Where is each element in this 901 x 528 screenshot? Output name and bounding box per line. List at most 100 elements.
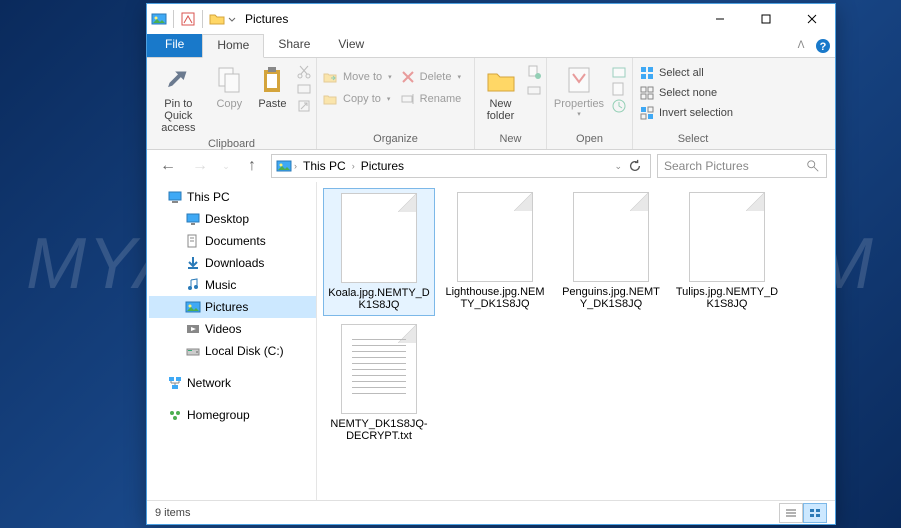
back-button[interactable]: ← — [155, 154, 181, 178]
new-item-icon[interactable] — [526, 64, 542, 80]
properties-icon — [563, 64, 595, 96]
search-icon — [806, 159, 820, 173]
pictures-tree-icon — [185, 299, 201, 315]
minimize-button[interactable] — [697, 4, 743, 34]
tree-homegroup[interactable]: Homegroup — [149, 404, 316, 426]
ribbon: Pin to Quick access Copy Paste Clipboard — [147, 58, 835, 150]
move-to-button[interactable]: Move to▾ — [321, 68, 394, 86]
view-details-button[interactable] — [779, 503, 803, 523]
desktop-icon — [185, 211, 201, 227]
maximize-button[interactable] — [743, 4, 789, 34]
recent-dropdown[interactable]: ⌄ — [219, 154, 233, 178]
disk-icon — [185, 343, 201, 359]
new-folder-icon — [485, 64, 517, 96]
file-thumbnail — [689, 192, 765, 282]
file-thumbnail — [341, 324, 417, 414]
address-box[interactable]: › This PC › Pictures ⌄ — [271, 154, 651, 178]
tab-share[interactable]: Share — [264, 34, 324, 57]
computer-icon — [167, 189, 183, 205]
search-input[interactable]: Search Pictures — [657, 154, 827, 178]
crumb-pictures[interactable]: Pictures — [357, 159, 408, 173]
file-name: Koala.jpg.NEMTY_DK1S8JQ — [328, 287, 430, 311]
tree-documents[interactable]: Documents — [149, 230, 316, 252]
file-item[interactable]: Tulips.jpg.NEMTY_DK1S8JQ — [671, 188, 783, 316]
file-thumbnail — [457, 192, 533, 282]
pin-icon — [162, 64, 194, 96]
nav-pane[interactable]: This PC Desktop Documents Downloads Musi… — [147, 182, 317, 500]
downloads-icon — [185, 255, 201, 271]
tree-music[interactable]: Music — [149, 274, 316, 296]
new-folder-button[interactable]: New folder — [479, 62, 522, 124]
edit-icon[interactable] — [611, 81, 627, 97]
up-button[interactable]: ↑ — [239, 154, 265, 178]
tree-pictures[interactable]: Pictures — [149, 296, 316, 318]
rename-icon — [400, 91, 416, 107]
history-icon[interactable] — [611, 98, 627, 114]
tree-this-pc[interactable]: This PC — [149, 186, 316, 208]
rename-button[interactable]: Rename — [398, 90, 464, 108]
open-icon[interactable] — [611, 64, 627, 80]
paste-shortcut-icon[interactable] — [296, 98, 312, 114]
pictures-icon — [151, 11, 167, 27]
explorer-window: Pictures File Home Share View ᐱ ? Pin to… — [146, 3, 836, 525]
file-item[interactable]: NEMTY_DK1S8JQ-DECRYPT.txt — [323, 320, 435, 446]
refresh-button[interactable] — [624, 159, 646, 173]
copy-to-icon — [323, 91, 339, 107]
pin-quick-access-button[interactable]: Pin to Quick access — [151, 62, 206, 136]
properties-button[interactable]: Properties▾ — [551, 62, 607, 120]
forward-button[interactable]: → — [187, 154, 213, 178]
tab-home[interactable]: Home — [202, 34, 264, 58]
tab-view[interactable]: View — [324, 34, 378, 57]
file-item[interactable]: Lighthouse.jpg.NEMTY_DK1S8JQ — [439, 188, 551, 316]
select-none-icon — [639, 85, 655, 101]
view-icons-button[interactable] — [803, 503, 827, 523]
status-text: 9 items — [155, 507, 190, 519]
invert-icon — [639, 105, 655, 121]
file-list[interactable]: Koala.jpg.NEMTY_DK1S8JQ Lighthouse.jpg.NE… — [317, 182, 835, 500]
ribbon-collapse-icon[interactable]: ᐱ — [791, 34, 811, 57]
copy-button[interactable]: Copy — [210, 62, 249, 112]
qat — [151, 10, 237, 28]
file-name: Lighthouse.jpg.NEMTY_DK1S8JQ — [443, 286, 547, 310]
cut-icon[interactable] — [296, 64, 312, 80]
invert-selection-button[interactable]: Invert selection — [637, 104, 735, 122]
documents-icon — [185, 233, 201, 249]
tree-videos[interactable]: Videos — [149, 318, 316, 340]
group-organize-label: Organize — [321, 131, 470, 147]
group-open-label: Open — [551, 131, 628, 147]
qat-dropdown-icon[interactable] — [227, 11, 237, 27]
qat-properties-icon[interactable] — [180, 11, 196, 27]
paste-icon — [256, 64, 288, 96]
easy-access-icon[interactable] — [526, 81, 542, 97]
copy-to-button[interactable]: Copy to▾ — [321, 90, 394, 108]
file-item[interactable]: Koala.jpg.NEMTY_DK1S8JQ — [323, 188, 435, 316]
help-icon[interactable]: ? — [811, 34, 835, 57]
move-icon — [323, 69, 339, 85]
qat-folder-icon[interactable] — [209, 11, 225, 27]
paste-button[interactable]: Paste — [253, 62, 292, 112]
tree-local-disk[interactable]: Local Disk (C:) — [149, 340, 316, 362]
tree-network[interactable]: Network — [149, 372, 316, 394]
tree-downloads[interactable]: Downloads — [149, 252, 316, 274]
crumb-this-pc[interactable]: This PC — [299, 159, 350, 173]
file-name: Penguins.jpg.NEMTY_DK1S8JQ — [559, 286, 663, 310]
delete-button[interactable]: Delete▾ — [398, 68, 464, 86]
file-name: NEMTY_DK1S8JQ-DECRYPT.txt — [327, 418, 431, 442]
tab-file[interactable]: File — [147, 34, 202, 57]
file-item[interactable]: Penguins.jpg.NEMTY_DK1S8JQ — [555, 188, 667, 316]
group-new-label: New — [479, 131, 542, 147]
tree-desktop[interactable]: Desktop — [149, 208, 316, 230]
network-icon — [167, 375, 183, 391]
select-all-button[interactable]: Select all — [637, 64, 735, 82]
address-dropdown-icon[interactable]: ⌄ — [614, 161, 622, 172]
select-none-button[interactable]: Select none — [637, 84, 735, 102]
copy-path-icon[interactable] — [296, 81, 312, 97]
window-title: Pictures — [245, 12, 288, 26]
close-button[interactable] — [789, 4, 835, 34]
pictures-crumb-icon — [276, 158, 292, 174]
file-name: Tulips.jpg.NEMTY_DK1S8JQ — [675, 286, 779, 310]
status-bar: 9 items — [147, 500, 835, 524]
address-bar: ← → ⌄ ↑ › This PC › Pictures ⌄ Search Pi… — [147, 150, 835, 182]
ribbon-tabs: File Home Share View ᐱ ? — [147, 34, 835, 58]
file-thumbnail — [573, 192, 649, 282]
